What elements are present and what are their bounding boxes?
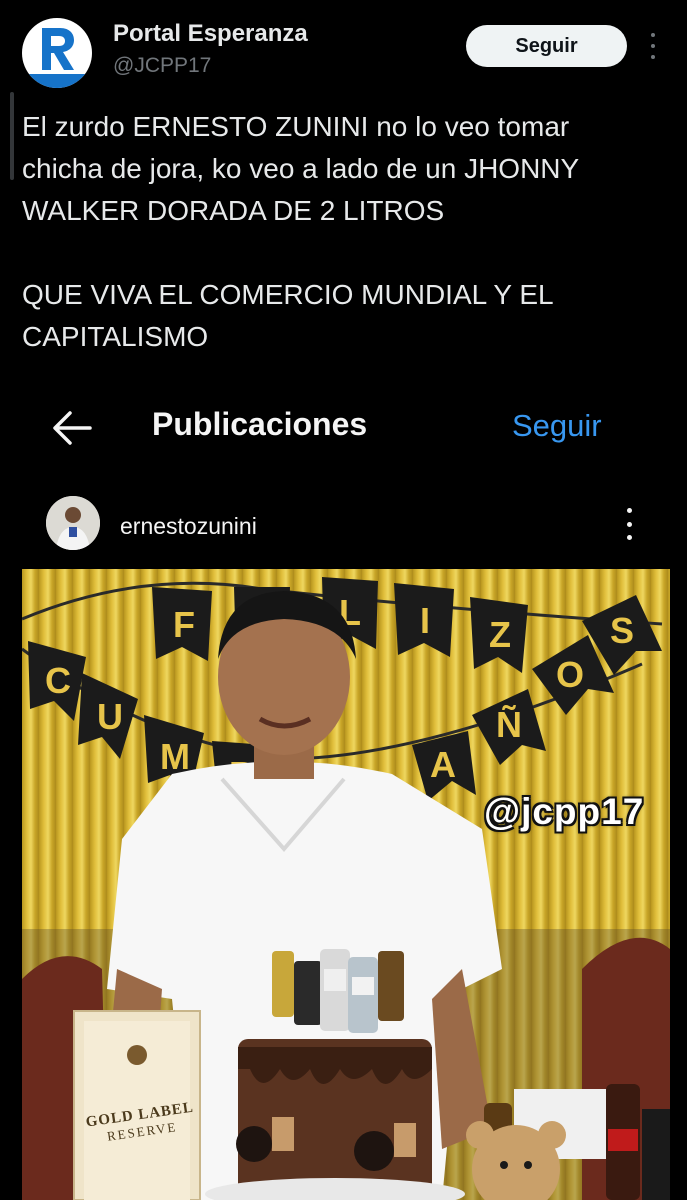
svg-text:C: C: [45, 660, 71, 701]
embedded-screenshot[interactable]: Publicaciones Seguir ernestozunini F L I…: [0, 376, 687, 1200]
svg-text:M: M: [160, 736, 190, 777]
svg-text:Z: Z: [489, 614, 511, 655]
profile-avatar[interactable]: [22, 18, 92, 88]
embed-page-title: Publicaciones: [152, 406, 368, 442]
post-username[interactable]: ernestozunini: [120, 513, 257, 540]
photo-watermark: @jcpp17: [484, 791, 645, 832]
embed-follow-button[interactable]: Seguir: [512, 408, 602, 444]
r-logo-icon: [42, 28, 74, 70]
tweet-paragraph: El zurdo ERNESTO ZUNINI no lo veo tomar …: [22, 111, 580, 226]
svg-text:S: S: [610, 610, 634, 651]
svg-text:O: O: [556, 654, 584, 695]
tweet-text: El zurdo ERNESTO ZUNINI no lo veo tomar …: [22, 106, 672, 358]
svg-text:U: U: [97, 696, 123, 737]
post-photo: F E L I Z C U M P A Ñ O S: [22, 569, 670, 1200]
svg-text:A: A: [430, 744, 456, 785]
person-avatar-icon: [46, 496, 100, 550]
svg-text:I: I: [420, 600, 430, 641]
tweet-paragraph: QUE VIVA EL COMERCIO MUNDIAL Y EL CAPITA…: [22, 279, 554, 352]
post-author-avatar[interactable]: [46, 496, 100, 550]
photo-illustration: F E L I Z C U M P A Ñ O S: [22, 569, 670, 1200]
arrow-left-icon[interactable]: [50, 408, 94, 448]
more-vertical-icon[interactable]: [647, 33, 659, 59]
user-handle[interactable]: @JCPP17: [113, 54, 211, 78]
scroll-indicator: [10, 92, 14, 180]
more-vertical-icon[interactable]: [624, 508, 634, 540]
tweet-header: Portal Esperanza @JCPP17 Seguir: [0, 0, 687, 100]
follow-button[interactable]: Seguir: [466, 25, 627, 67]
avatar-brand-strip: [22, 74, 92, 88]
svg-text:Ñ: Ñ: [496, 703, 522, 745]
display-name[interactable]: Portal Esperanza: [113, 20, 308, 48]
svg-text:F: F: [173, 604, 195, 645]
